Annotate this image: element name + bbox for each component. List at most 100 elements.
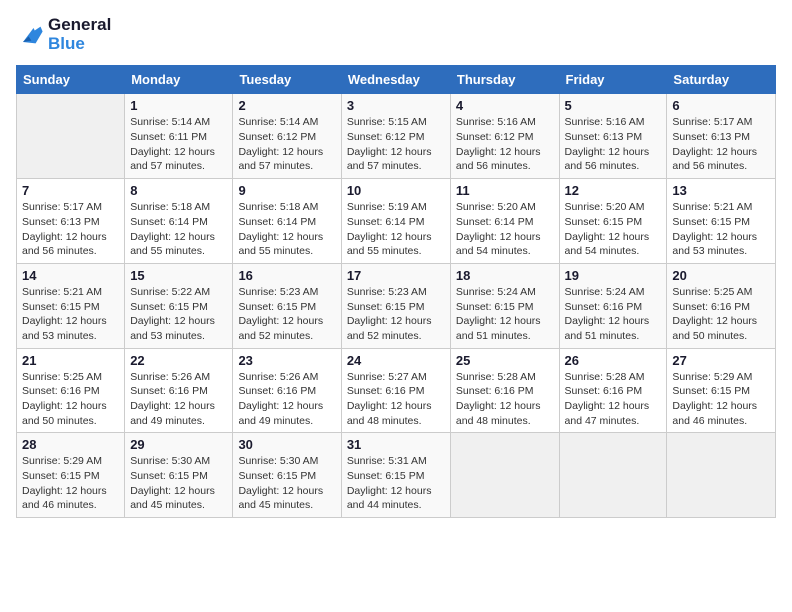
calendar-cell: 11 Sunrise: 5:20 AM Sunset: 6:14 PM Dayli… xyxy=(450,179,559,264)
day-number: 25 xyxy=(456,353,554,368)
calendar-cell: 30Sunrise: 5:30 AM Sunset: 6:15 PM Dayli… xyxy=(233,433,341,518)
day-number: 15 xyxy=(130,268,227,283)
day-number: 3 xyxy=(347,98,445,113)
day-info: Sunrise: 5:21 AM Sunset: 6:15 PM Dayligh… xyxy=(22,285,119,344)
calendar-table: SundayMondayTuesdayWednesdayThursdayFrid… xyxy=(16,65,776,518)
calendar-body: 1 Sunrise: 5:14 AM Sunset: 6:11 PM Daylig… xyxy=(17,94,776,518)
logo-text: General Blue xyxy=(48,16,111,53)
day-number: 5 xyxy=(565,98,662,113)
day-info: Sunrise: 5:17 AM Sunset: 6:13 PM Dayligh… xyxy=(672,115,770,174)
day-info: Sunrise: 5:29 AM Sunset: 6:15 PM Dayligh… xyxy=(22,454,119,513)
day-number: 2 xyxy=(238,98,335,113)
day-info: Sunrise: 5:20 AM Sunset: 6:15 PM Dayligh… xyxy=(565,200,662,259)
weekday-header-friday: Friday xyxy=(559,66,667,94)
day-info: Sunrise: 5:25 AM Sunset: 6:16 PM Dayligh… xyxy=(22,370,119,429)
day-info: Sunrise: 5:31 AM Sunset: 6:15 PM Dayligh… xyxy=(347,454,445,513)
calendar-cell: 15 Sunrise: 5:22 AM Sunset: 6:15 PM Dayli… xyxy=(125,263,233,348)
weekday-header-saturday: Saturday xyxy=(667,66,776,94)
day-number: 20 xyxy=(672,268,770,283)
day-number: 31 xyxy=(347,437,445,452)
weekday-header-tuesday: Tuesday xyxy=(233,66,341,94)
calendar-cell: 5Sunrise: 5:16 AM Sunset: 6:13 PM Daylig… xyxy=(559,94,667,179)
day-info: Sunrise: 5:30 AM Sunset: 6:15 PM Dayligh… xyxy=(238,454,335,513)
day-info: Sunrise: 5:26 AM Sunset: 6:16 PM Dayligh… xyxy=(130,370,227,429)
day-info: Sunrise: 5:20 AM Sunset: 6:14 PM Dayligh… xyxy=(456,200,554,259)
day-number: 13 xyxy=(672,183,770,198)
day-number: 29 xyxy=(130,437,227,452)
calendar-cell: 14Sunrise: 5:21 AM Sunset: 6:15 PM Dayli… xyxy=(17,263,125,348)
calendar-cell: 29 Sunrise: 5:30 AM Sunset: 6:15 PM Dayli… xyxy=(125,433,233,518)
calendar-cell xyxy=(17,94,125,179)
day-info: Sunrise: 5:15 AM Sunset: 6:12 PM Dayligh… xyxy=(347,115,445,174)
calendar-week-row: 28Sunrise: 5:29 AM Sunset: 6:15 PM Dayli… xyxy=(17,433,776,518)
day-info: Sunrise: 5:23 AM Sunset: 6:15 PM Dayligh… xyxy=(238,285,335,344)
calendar-cell: 21 Sunrise: 5:25 AM Sunset: 6:16 PM Dayli… xyxy=(17,348,125,433)
calendar-cell: 6 Sunrise: 5:17 AM Sunset: 6:13 PM Daylig… xyxy=(667,94,776,179)
weekday-header-monday: Monday xyxy=(125,66,233,94)
calendar-cell: 4Sunrise: 5:16 AM Sunset: 6:12 PM Daylig… xyxy=(450,94,559,179)
day-number: 23 xyxy=(238,353,335,368)
calendar-cell: 9Sunrise: 5:18 AM Sunset: 6:14 PM Daylig… xyxy=(233,179,341,264)
calendar-cell: 27 Sunrise: 5:29 AM Sunset: 6:15 PM Dayli… xyxy=(667,348,776,433)
day-number: 18 xyxy=(456,268,554,283)
day-info: Sunrise: 5:24 AM Sunset: 6:15 PM Dayligh… xyxy=(456,285,554,344)
day-info: Sunrise: 5:14 AM Sunset: 6:12 PM Dayligh… xyxy=(238,115,335,174)
calendar-cell: 22Sunrise: 5:26 AM Sunset: 6:16 PM Dayli… xyxy=(125,348,233,433)
calendar-cell: 24 Sunrise: 5:27 AM Sunset: 6:16 PM Dayli… xyxy=(341,348,450,433)
day-number: 4 xyxy=(456,98,554,113)
day-info: Sunrise: 5:28 AM Sunset: 6:16 PM Dayligh… xyxy=(565,370,662,429)
page-header: General Blue xyxy=(16,16,776,53)
calendar-cell: 12Sunrise: 5:20 AM Sunset: 6:15 PM Dayli… xyxy=(559,179,667,264)
day-info: Sunrise: 5:14 AM Sunset: 6:11 PM Dayligh… xyxy=(130,115,227,174)
day-info: Sunrise: 5:29 AM Sunset: 6:15 PM Dayligh… xyxy=(672,370,770,429)
calendar-week-row: 7 Sunrise: 5:17 AM Sunset: 6:13 PM Daylig… xyxy=(17,179,776,264)
day-number: 27 xyxy=(672,353,770,368)
logo-icon xyxy=(16,21,44,49)
day-info: Sunrise: 5:21 AM Sunset: 6:15 PM Dayligh… xyxy=(672,200,770,259)
day-info: Sunrise: 5:17 AM Sunset: 6:13 PM Dayligh… xyxy=(22,200,119,259)
logo: General Blue xyxy=(16,16,111,53)
day-info: Sunrise: 5:18 AM Sunset: 6:14 PM Dayligh… xyxy=(130,200,227,259)
calendar-week-row: 1 Sunrise: 5:14 AM Sunset: 6:11 PM Daylig… xyxy=(17,94,776,179)
day-info: Sunrise: 5:30 AM Sunset: 6:15 PM Dayligh… xyxy=(130,454,227,513)
calendar-cell: 1 Sunrise: 5:14 AM Sunset: 6:11 PM Daylig… xyxy=(125,94,233,179)
day-number: 10 xyxy=(347,183,445,198)
calendar-cell: 3 Sunrise: 5:15 AM Sunset: 6:12 PM Daylig… xyxy=(341,94,450,179)
day-number: 17 xyxy=(347,268,445,283)
day-number: 21 xyxy=(22,353,119,368)
day-number: 7 xyxy=(22,183,119,198)
calendar-cell: 2 Sunrise: 5:14 AM Sunset: 6:12 PM Daylig… xyxy=(233,94,341,179)
weekday-header-sunday: Sunday xyxy=(17,66,125,94)
calendar-cell: 19 Sunrise: 5:24 AM Sunset: 6:16 PM Dayli… xyxy=(559,263,667,348)
day-info: Sunrise: 5:19 AM Sunset: 6:14 PM Dayligh… xyxy=(347,200,445,259)
weekday-header-thursday: Thursday xyxy=(450,66,559,94)
day-info: Sunrise: 5:28 AM Sunset: 6:16 PM Dayligh… xyxy=(456,370,554,429)
day-number: 8 xyxy=(130,183,227,198)
day-number: 24 xyxy=(347,353,445,368)
day-info: Sunrise: 5:24 AM Sunset: 6:16 PM Dayligh… xyxy=(565,285,662,344)
calendar-cell xyxy=(450,433,559,518)
weekday-header-wednesday: Wednesday xyxy=(341,66,450,94)
calendar-cell xyxy=(667,433,776,518)
calendar-week-row: 21 Sunrise: 5:25 AM Sunset: 6:16 PM Dayli… xyxy=(17,348,776,433)
day-number: 16 xyxy=(238,268,335,283)
calendar-cell: 31 Sunrise: 5:31 AM Sunset: 6:15 PM Dayli… xyxy=(341,433,450,518)
calendar-cell: 25 Sunrise: 5:28 AM Sunset: 6:16 PM Dayli… xyxy=(450,348,559,433)
calendar-cell: 26Sunrise: 5:28 AM Sunset: 6:16 PM Dayli… xyxy=(559,348,667,433)
day-number: 9 xyxy=(238,183,335,198)
day-number: 11 xyxy=(456,183,554,198)
calendar-week-row: 14Sunrise: 5:21 AM Sunset: 6:15 PM Dayli… xyxy=(17,263,776,348)
calendar-cell: 23 Sunrise: 5:26 AM Sunset: 6:16 PM Dayli… xyxy=(233,348,341,433)
day-info: Sunrise: 5:22 AM Sunset: 6:15 PM Dayligh… xyxy=(130,285,227,344)
day-info: Sunrise: 5:27 AM Sunset: 6:16 PM Dayligh… xyxy=(347,370,445,429)
day-info: Sunrise: 5:26 AM Sunset: 6:16 PM Dayligh… xyxy=(238,370,335,429)
calendar-cell: 13 Sunrise: 5:21 AM Sunset: 6:15 PM Dayli… xyxy=(667,179,776,264)
day-number: 19 xyxy=(565,268,662,283)
calendar-cell: 8 Sunrise: 5:18 AM Sunset: 6:14 PM Daylig… xyxy=(125,179,233,264)
calendar-cell: 18 Sunrise: 5:24 AM Sunset: 6:15 PM Dayli… xyxy=(450,263,559,348)
calendar-header-row: SundayMondayTuesdayWednesdayThursdayFrid… xyxy=(17,66,776,94)
calendar-cell: 10 Sunrise: 5:19 AM Sunset: 6:14 PM Dayli… xyxy=(341,179,450,264)
day-number: 1 xyxy=(130,98,227,113)
calendar-cell: 28Sunrise: 5:29 AM Sunset: 6:15 PM Dayli… xyxy=(17,433,125,518)
day-number: 6 xyxy=(672,98,770,113)
